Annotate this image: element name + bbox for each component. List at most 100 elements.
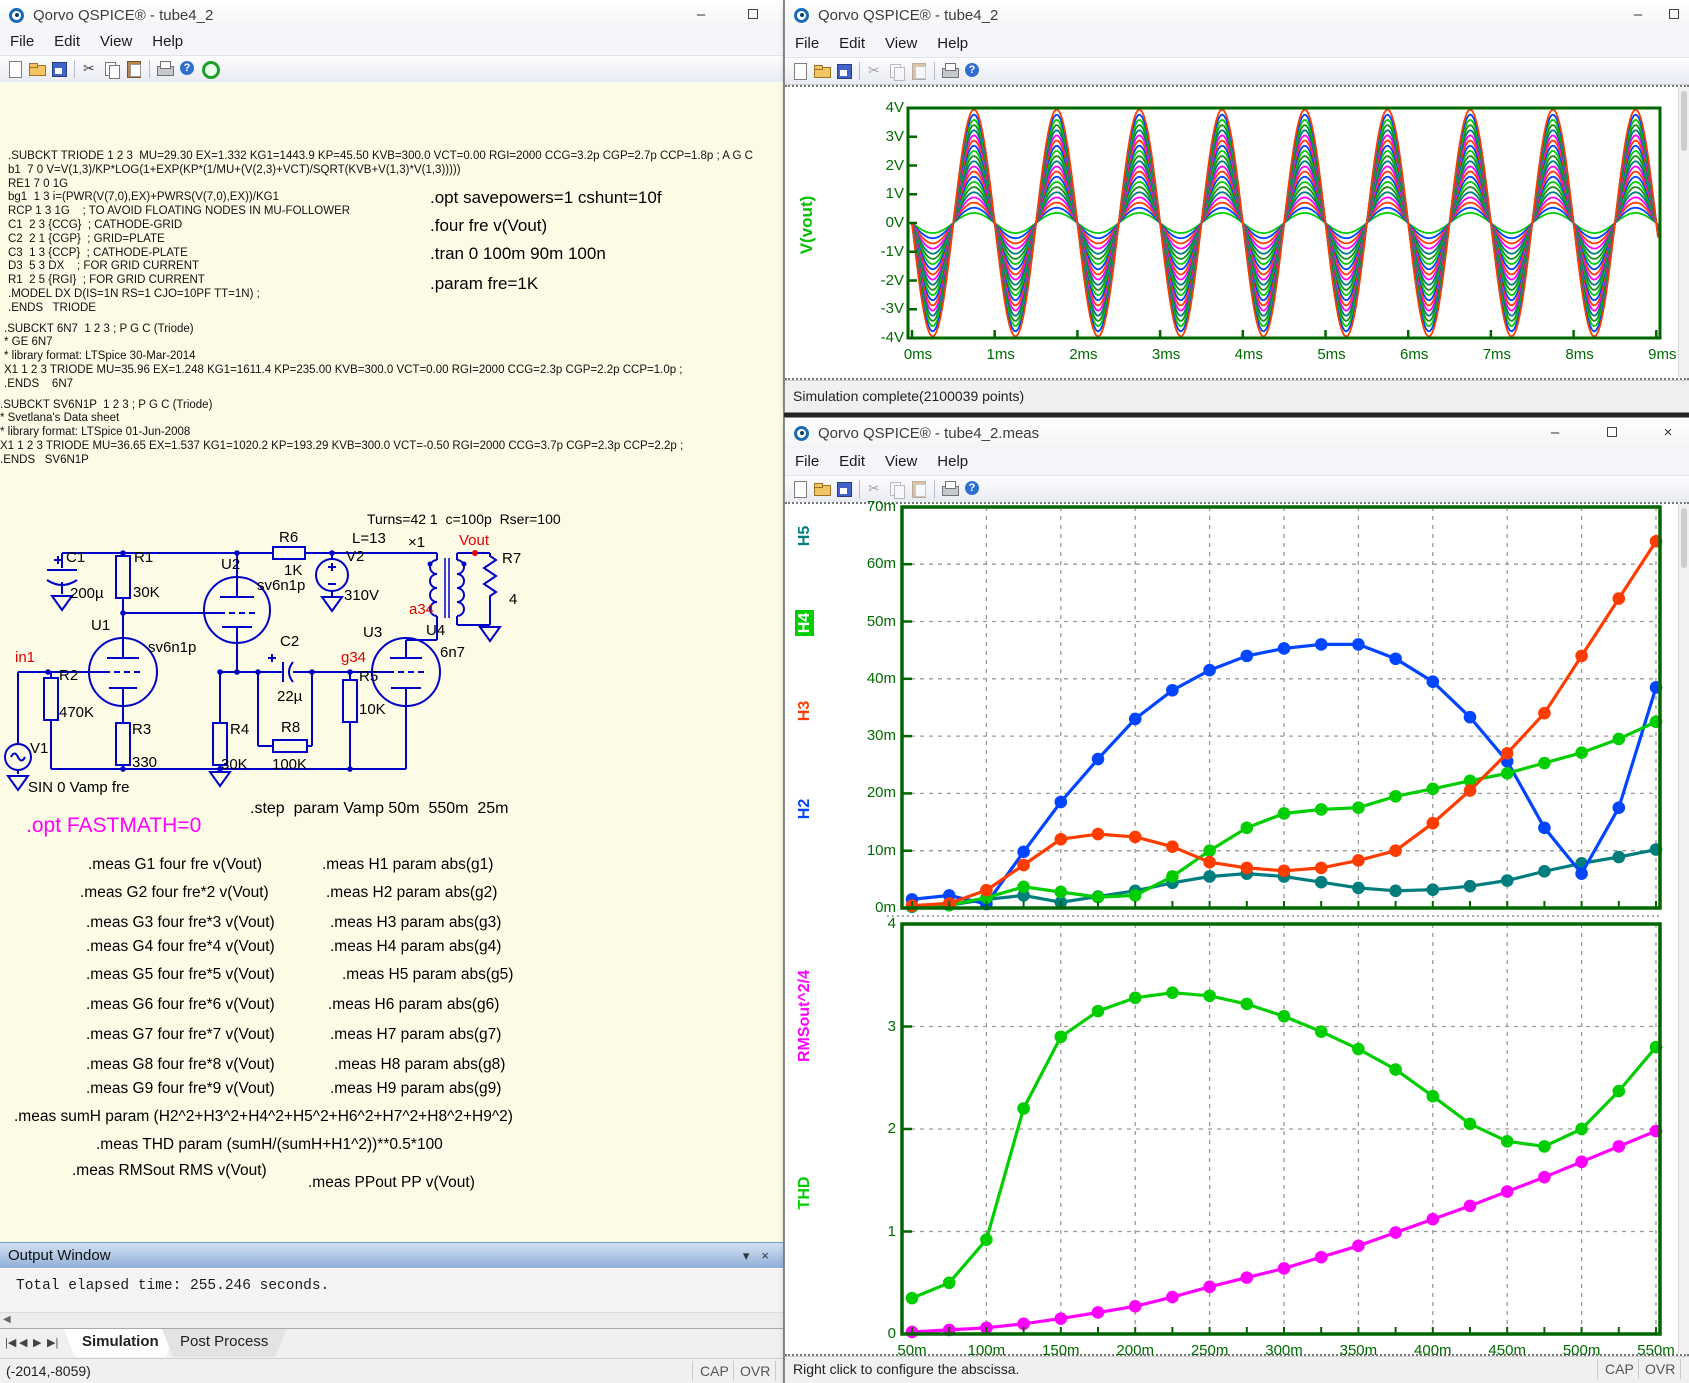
open-file-icon[interactable]: [28, 60, 46, 78]
schematic-label[interactable]: 30K: [133, 584, 160, 601]
schematic-label[interactable]: 100K: [272, 756, 307, 773]
menu-item-view[interactable]: View: [875, 32, 927, 55]
menu-item-edit[interactable]: Edit: [44, 30, 90, 53]
help-icon[interactable]: [963, 62, 981, 80]
schematic-label[interactable]: SIN 0 Vamp fre: [28, 779, 129, 796]
spice-directive[interactable]: .opt FASTMATH=0: [26, 814, 201, 838]
schematic-label[interactable]: 470K: [59, 704, 94, 721]
menu-item-help[interactable]: Help: [927, 450, 978, 473]
menu-item-view[interactable]: View: [90, 30, 142, 53]
schematic-label[interactable]: 10K: [359, 701, 386, 718]
schematic-label[interactable]: 310V: [344, 587, 379, 604]
copy-icon[interactable]: [888, 62, 906, 80]
schematic-label[interactable]: U3: [363, 624, 382, 641]
spice-directive[interactable]: .meas H7 param abs(g7): [330, 1026, 501, 1044]
tab-nav-icon[interactable]: ▶|: [47, 1336, 58, 1349]
tab-nav-icon[interactable]: |◀: [5, 1336, 16, 1349]
schematic-label[interactable]: 30K: [221, 756, 248, 773]
collapse-icon[interactable]: ▾: [737, 1248, 756, 1264]
schematic-label[interactable]: Vout: [459, 532, 489, 549]
schematic-canvas[interactable]: .SUBCKT TRIODE 1 2 3 MU=29.30 EX=1.332 K…: [0, 82, 783, 1242]
schematic-label[interactable]: V1: [30, 740, 48, 757]
menu-item-help[interactable]: Help: [142, 30, 193, 53]
close-button[interactable]: ×: [1653, 421, 1683, 445]
schematic-label[interactable]: U2: [221, 556, 240, 573]
open-file-icon[interactable]: [813, 62, 831, 80]
schematic-label[interactable]: C1: [66, 549, 85, 566]
output-log[interactable]: Total elapsed time: 255.246 seconds.: [0, 1268, 783, 1312]
schematic-label[interactable]: 4: [509, 591, 517, 608]
open-file-icon[interactable]: [813, 480, 831, 498]
save-icon[interactable]: [835, 62, 853, 80]
schematic-label[interactable]: R1: [134, 549, 153, 566]
copy-icon[interactable]: [888, 480, 906, 498]
spice-directive[interactable]: .meas G6 four fre*6 v(Vout): [86, 996, 275, 1014]
spice-directive[interactable]: .meas H9 param abs(g9): [330, 1080, 501, 1098]
paste-icon[interactable]: [125, 60, 143, 78]
schematic-label[interactable]: 330: [132, 754, 157, 771]
waveform-plot-pane[interactable]: 4V3V2V1V0V-1V-2V-3V-4V0ms1ms2ms3ms4ms5ms…: [785, 85, 1689, 380]
spice-directive[interactable]: .meas G3 four fre*3 v(Vout): [86, 914, 275, 932]
scroll-left-icon[interactable]: ◀: [3, 1314, 11, 1325]
schematic-label[interactable]: a34: [409, 601, 434, 618]
minimize-button[interactable]: –: [1540, 421, 1570, 445]
axis-series-label[interactable]: RMSout^2/4: [796, 956, 814, 1076]
menu-item-file[interactable]: File: [785, 450, 829, 473]
close-output-icon[interactable]: ×: [755, 1248, 775, 1263]
schematic-label[interactable]: R4: [230, 721, 249, 738]
schematic-label[interactable]: 22µ: [277, 688, 302, 705]
tab-simulation[interactable]: Simulation: [64, 1329, 177, 1357]
measurement-plot-pane[interactable]: 0m10m20m30m40m50m60m70m0123450m100m150m2…: [785, 502, 1689, 1356]
cut-icon[interactable]: [81, 60, 99, 78]
schematic-label[interactable]: g34: [341, 649, 366, 666]
cut-icon[interactable]: [866, 62, 884, 80]
minimize-button[interactable]: –: [686, 3, 716, 27]
tab-nav-icon[interactable]: ▶: [33, 1336, 41, 1349]
run-icon[interactable]: [200, 60, 218, 78]
schematic-label[interactable]: sv6n1p: [257, 577, 305, 594]
spice-directive[interactable]: .meas G2 four fre*2 v(Vout): [80, 884, 269, 902]
schematic-label[interactable]: U4: [426, 622, 445, 639]
menu-item-view[interactable]: View: [875, 450, 927, 473]
schematic-label[interactable]: V2: [346, 548, 364, 565]
paste-icon[interactable]: [910, 62, 928, 80]
minimize-button[interactable]: –: [1623, 3, 1653, 27]
schematic-label[interactable]: R6: [279, 529, 298, 546]
spice-directive[interactable]: .meas THD param (sumH/(sumH+H1^2))**0.5*…: [96, 1136, 443, 1154]
schematic-label[interactable]: 200µ: [70, 585, 104, 602]
spice-directive[interactable]: .step param Vamp 50m 550m 25m: [250, 800, 508, 818]
new-file-icon[interactable]: [791, 62, 809, 80]
print-icon[interactable]: [156, 60, 174, 78]
spice-directive[interactable]: .meas PPout PP v(Vout): [308, 1174, 475, 1192]
spice-directive[interactable]: .meas G8 four fre*8 v(Vout): [86, 1056, 275, 1074]
schematic-label[interactable]: R2: [59, 667, 78, 684]
schematic-label[interactable]: in1: [15, 649, 35, 666]
spice-directive[interactable]: .meas G7 four fre*7 v(Vout): [86, 1026, 275, 1044]
axis-series-label[interactable]: H2: [796, 749, 814, 869]
print-icon[interactable]: [941, 62, 959, 80]
spice-directive[interactable]: .meas H1 param abs(g1): [322, 856, 493, 874]
help-icon[interactable]: [178, 60, 196, 78]
spice-directive[interactable]: .meas H3 param abs(g3): [330, 914, 501, 932]
tab-post-process[interactable]: Post Process: [162, 1329, 286, 1357]
cut-icon[interactable]: [866, 480, 884, 498]
spice-directive[interactable]: .meas G4 four fre*4 v(Vout): [86, 938, 275, 956]
save-icon[interactable]: [835, 480, 853, 498]
save-icon[interactable]: [50, 60, 68, 78]
menu-item-help[interactable]: Help: [927, 32, 978, 55]
schematic-label[interactable]: U1: [91, 617, 110, 634]
schematic-label[interactable]: 6n7: [440, 644, 465, 661]
horizontal-scrollbar[interactable]: ◀: [0, 1312, 783, 1328]
menu-item-edit[interactable]: Edit: [829, 32, 875, 55]
maximize-button[interactable]: [738, 3, 768, 27]
schematic-label[interactable]: Turns=42 1 c=100p Rser=100: [367, 511, 561, 527]
new-file-icon[interactable]: [6, 60, 24, 78]
spice-directive[interactable]: .meas H2 param abs(g2): [326, 884, 497, 902]
schematic-label[interactable]: R8: [281, 719, 300, 736]
spice-directive[interactable]: .meas sumH param (H2^2+H3^2+H4^2+H5^2+H6…: [14, 1108, 513, 1126]
axis-series-label[interactable]: THD: [796, 1133, 814, 1253]
spice-directive[interactable]: .meas H6 param abs(g6): [328, 996, 499, 1014]
schematic-label[interactable]: L=13: [352, 530, 386, 547]
menu-item-file[interactable]: File: [785, 32, 829, 55]
vertical-scrollbar[interactable]: [1678, 504, 1689, 1354]
